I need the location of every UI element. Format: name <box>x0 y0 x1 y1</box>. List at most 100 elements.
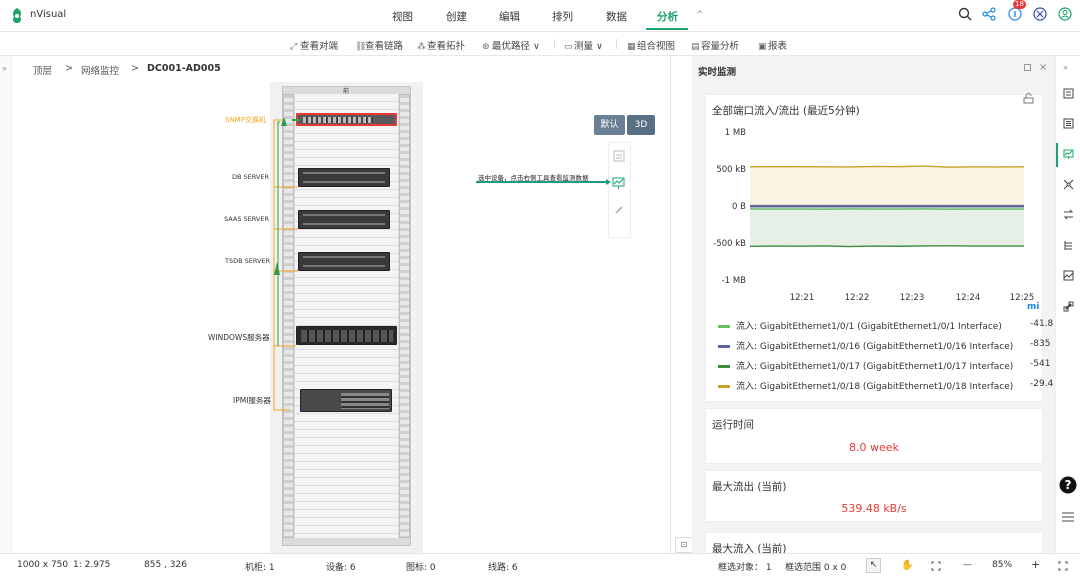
tree-icon[interactable] <box>1063 240 1074 251</box>
user-avatar-icon[interactable] <box>1058 7 1072 21</box>
swap-icon[interactable] <box>1063 209 1074 220</box>
zoom-in-button[interactable]: + <box>1031 558 1040 571</box>
rack-count: 机柜: 1 <box>245 563 275 573</box>
y-tick-label: -500 kB <box>713 239 746 249</box>
toolbar-divider <box>554 39 555 49</box>
legend-item[interactable]: 流入: GigabitEthernet1/0/1 (GigabitEtherne… <box>718 319 1053 332</box>
list-icon[interactable] <box>1063 118 1074 129</box>
device-label-ipmi-server: IPMI服务器 <box>233 396 271 405</box>
left-collapsed-panel[interactable]: » <box>0 56 12 553</box>
report-button[interactable]: ▣报表 <box>758 38 787 52</box>
chain-icon: ⛓ <box>355 42 367 52</box>
x-tick-label: 12:21 <box>790 293 815 303</box>
app-name: nVisual <box>30 9 67 20</box>
share-icon[interactable] <box>982 7 996 21</box>
menu-view[interactable]: 视图 <box>392 9 413 24</box>
3d-view-button[interactable]: 3D <box>627 115 655 135</box>
monitor-icon[interactable] <box>1063 149 1074 160</box>
close-panel-icon[interactable]: × <box>1039 62 1047 73</box>
menu-analysis[interactable]: 分析 <box>657 9 678 24</box>
breadcrumb-item-current: DC001-AD005 <box>147 63 221 74</box>
device-label-db-server: DB SERVER <box>232 173 269 181</box>
combine-icon: ▦ <box>627 42 636 52</box>
properties-icon[interactable] <box>1063 88 1074 99</box>
traffic-chart-card: 全部端口流入/流出 (最近5分钟) 1 MB 500 kB 0 B -500 kB -1… <box>705 93 1053 402</box>
link-chain-icon[interactable] <box>1063 301 1074 312</box>
fit-canvas-button[interactable]: ⊡ <box>675 537 693 553</box>
uptime-title: 运行时间 <box>712 419 754 431</box>
max-outflow-card: 最大流出 (当前) 539.48 kB/s <box>705 470 1043 522</box>
toolbar-divider <box>616 39 617 49</box>
pan-hand-tool[interactable]: ✋ <box>901 560 913 571</box>
fullscreen-icon[interactable] <box>1058 561 1068 571</box>
expand-left-panel-icon[interactable]: » <box>2 64 7 73</box>
settings-icon[interactable] <box>1033 7 1047 21</box>
legend-last-value: -835 <box>1030 339 1051 349</box>
series-area-3 <box>750 166 1024 206</box>
zoom-out-button[interactable]: — <box>963 560 972 570</box>
device-info-icon[interactable] <box>613 150 625 162</box>
monitor-chart-icon[interactable] <box>612 177 625 190</box>
help-icon[interactable]: ? <box>1059 476 1077 494</box>
analysis-toolbar: ⤢ 查看对端 ⛓查看链路 ⁂查看拓扑 ⊛ 最优路径 ∨ ▭测量 ∨ ▦组合视图 ▤容… <box>0 32 1080 56</box>
menu-edit[interactable]: 编辑 <box>499 9 520 24</box>
x-tick-label: 12:24 <box>956 293 981 303</box>
breadcrumb-item-top[interactable]: 顶层 <box>33 63 52 77</box>
image-icon[interactable] <box>1063 270 1074 281</box>
series-area-2 <box>750 206 1024 247</box>
y-tick-label: -1 MB <box>722 276 747 286</box>
uptime-value: 8.0 week <box>849 441 899 454</box>
optimal-path-dropdown[interactable]: ⊛ 最优路径 ∨ <box>482 38 540 52</box>
link-icon[interactable] <box>613 204 625 216</box>
unlock-icon[interactable] <box>1023 93 1034 104</box>
default-view-button[interactable]: 默认 <box>594 115 625 135</box>
ruler-icon: ▭ <box>564 42 573 52</box>
legend-last-value: -29.4 <box>1030 379 1054 389</box>
legend-item[interactable]: 流入: GigabitEthernet1/0/18 (GigabitEthern… <box>718 379 1053 392</box>
network-icon[interactable] <box>1063 179 1074 190</box>
scale-ratio: 1: 2.975 <box>73 560 111 570</box>
fit-screen-icon[interactable] <box>931 561 941 571</box>
combined-view-button[interactable]: ▦组合视图 <box>627 38 675 52</box>
selected-objects: 框选对象： 1 <box>718 563 772 573</box>
device-label-windows-server: WINDOWS服务器 <box>208 333 270 342</box>
zoom-level[interactable]: 85% <box>992 560 1012 570</box>
collapse-menu-button[interactable]: ^ <box>696 10 704 20</box>
menu-create[interactable]: 创建 <box>446 9 467 24</box>
menu-arrange[interactable]: 排列 <box>552 9 573 24</box>
y-tick-label: 500 kB <box>716 165 746 175</box>
canvas-size: 1000 x 750 <box>17 560 69 570</box>
path-icon: ⊛ <box>482 42 490 52</box>
maximize-panel-icon[interactable] <box>1024 64 1031 71</box>
legend-swatch <box>718 325 730 328</box>
legend-item[interactable]: 流入: GigabitEthernet1/0/16 (GigabitEthern… <box>718 339 1050 352</box>
capacity-analysis-button[interactable]: ▤容量分析 <box>691 38 739 52</box>
breadcrumb-separator: > <box>131 63 139 74</box>
series-line-2 <box>749 245 1024 248</box>
topology-icon: ⁂ <box>417 42 426 52</box>
max-inflow-card: 最大流入 (当前) <box>705 532 1043 555</box>
notification-icon[interactable] <box>1008 7 1022 21</box>
legend-label: 流入: GigabitEthernet1/0/17 (GigabitEthern… <box>736 362 1014 372</box>
select-pointer-tool[interactable]: ↖ <box>866 558 881 573</box>
selected-range: 框选范围 0 x 0 <box>785 563 847 573</box>
x-tick-label: 12:23 <box>900 293 925 303</box>
search-icon[interactable] <box>958 7 972 21</box>
view-link-button[interactable]: ⛓查看链路 <box>355 38 403 52</box>
active-menu-indicator <box>646 28 688 30</box>
cursor-coords: 855 , 326 <box>144 560 187 570</box>
y-tick-label: 1 MB <box>725 128 746 138</box>
nvisual-logo-icon <box>13 8 21 23</box>
view-peer-button[interactable]: ⤢ 查看对端 <box>290 38 338 52</box>
hamburger-menu-icon[interactable] <box>1062 512 1074 522</box>
measure-dropdown[interactable]: ▭测量 ∨ <box>564 38 603 52</box>
uptime-card: 运行时间 8.0 week <box>705 408 1043 464</box>
legend-item[interactable]: 流入: GigabitEthernet1/0/17 (GigabitEthern… <box>718 359 1050 372</box>
expand-right-panel-icon[interactable]: » <box>1063 63 1068 72</box>
view-topology-button[interactable]: ⁂查看拓扑 <box>417 38 465 52</box>
notification-badge: 18 <box>1013 0 1026 9</box>
breadcrumb-item-network[interactable]: 网络监控 <box>81 63 119 77</box>
menu-data[interactable]: 数据 <box>606 9 627 24</box>
device-count: 设备: 6 <box>326 563 356 573</box>
panel-divider[interactable] <box>670 56 671 553</box>
